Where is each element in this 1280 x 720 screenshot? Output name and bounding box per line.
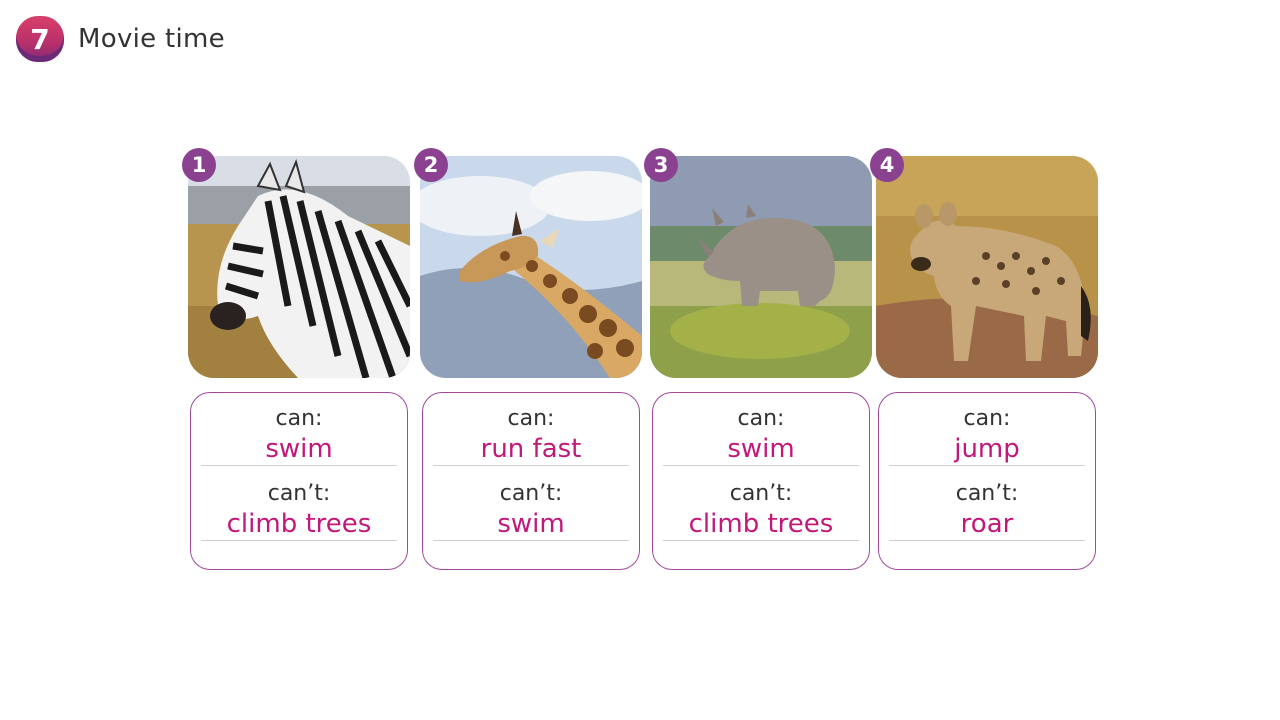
can-answer: run fast bbox=[433, 433, 629, 466]
cant-answer: roar bbox=[889, 508, 1085, 541]
giraffe-photo bbox=[420, 156, 642, 378]
zebra-photo bbox=[188, 156, 410, 378]
cant-label: can’t: bbox=[729, 481, 793, 506]
cant-label: can’t: bbox=[499, 481, 563, 506]
page-title: Movie time bbox=[78, 24, 225, 54]
animal-card-3[interactable]: 3 can: swim can’t: climb trees bbox=[644, 148, 872, 574]
can-cant-box: can: swim can’t: climb trees bbox=[190, 392, 408, 570]
hyena-photo bbox=[876, 156, 1098, 378]
cant-label: can’t: bbox=[267, 481, 331, 506]
can-label: can: bbox=[963, 406, 1011, 431]
animal-card-4[interactable]: 4 can: jump can’t: roar bbox=[870, 148, 1098, 574]
cant-answer: climb trees bbox=[663, 508, 859, 541]
card-number-badge: 3 bbox=[644, 148, 678, 182]
can-cant-box: can: run fast can’t: swim bbox=[422, 392, 640, 570]
card-number-badge: 2 bbox=[414, 148, 448, 182]
lesson-number-badge: 7 bbox=[16, 16, 64, 62]
animal-card-2[interactable]: 2 can: run fast can’t: swim bbox=[414, 148, 642, 574]
card-number-badge: 1 bbox=[182, 148, 216, 182]
can-answer: jump bbox=[889, 433, 1085, 466]
can-cant-box: can: jump can’t: roar bbox=[878, 392, 1096, 570]
can-answer: swim bbox=[201, 433, 397, 466]
animal-cards: 1 can: swim can’t: climb trees 2 can: ru… bbox=[182, 148, 1102, 578]
card-number-badge: 4 bbox=[870, 148, 904, 182]
rhino-photo bbox=[650, 156, 872, 378]
cant-answer: climb trees bbox=[201, 508, 397, 541]
can-label: can: bbox=[737, 406, 785, 431]
can-answer: swim bbox=[663, 433, 859, 466]
header: 7 Movie time bbox=[16, 16, 225, 62]
cant-label: can’t: bbox=[955, 481, 1019, 506]
can-label: can: bbox=[507, 406, 555, 431]
can-label: can: bbox=[275, 406, 323, 431]
animal-card-1[interactable]: 1 can: swim can’t: climb trees bbox=[182, 148, 410, 574]
cant-answer: swim bbox=[433, 508, 629, 541]
can-cant-box: can: swim can’t: climb trees bbox=[652, 392, 870, 570]
